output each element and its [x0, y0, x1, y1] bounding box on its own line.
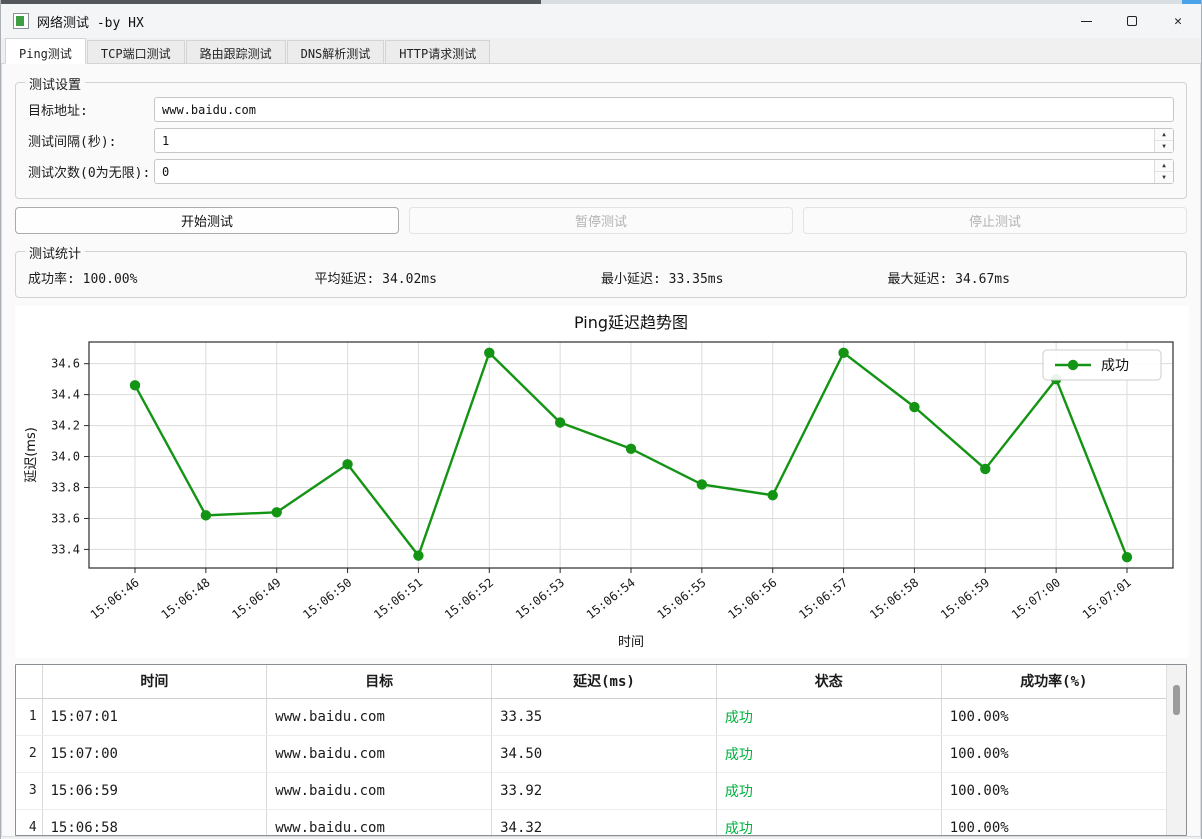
- column-header-3[interactable]: 状态: [716, 665, 942, 699]
- label-test-count: 测试次数(0为无限):: [28, 166, 151, 181]
- tab-0-active[interactable]: Ping测试: [5, 38, 86, 64]
- test-interval-spin-down-icon[interactable]: ▼: [1155, 141, 1173, 152]
- cell-time: 15:06:59: [42, 772, 268, 810]
- stat-item-2: 最小延迟: 33.35ms: [601, 272, 724, 287]
- stats-group: 测试统计 成功率: 100.00% 平均延迟: 34.02ms 最小延迟: 33.3…: [15, 243, 1187, 298]
- cell-latency: 34.32: [491, 809, 717, 835]
- test-count-spinner: ▲ ▼: [1154, 160, 1173, 183]
- svg-text:33.4: 33.4: [51, 542, 80, 556]
- tab-1[interactable]: TCP端口测试: [86, 40, 185, 63]
- minimize-button[interactable]: [1063, 4, 1109, 38]
- results-table-container: 时间 目标 延迟(ms) 状态 成功率(%) 1 15:07:01 www.baidu.co…: [15, 664, 1187, 836]
- field-row-target-address: 目标地址:: [28, 97, 1174, 122]
- test-interval-spin-up-icon[interactable]: ▲: [1155, 129, 1173, 141]
- start-test-button[interactable]: 开始测试: [15, 207, 399, 234]
- cell-rate: 100.00%: [941, 809, 1166, 835]
- tab-3[interactable]: DNS解析测试: [286, 40, 385, 63]
- cell-status: 成功: [716, 698, 942, 736]
- chart-svg: 33.433.633.834.034.234.434.615:06:46 15:0…: [15, 306, 1189, 658]
- column-header-2[interactable]: 延迟(ms): [491, 665, 717, 699]
- svg-text:34.4: 34.4: [51, 388, 80, 402]
- row-number: 1: [16, 698, 43, 736]
- tab-bar: Ping测试 TCP端口测试 路由跟踪测试 DNS解析测试 HTTP请求测试: [1, 38, 1201, 64]
- label-target-address: 目标地址:: [28, 104, 88, 119]
- column-header-4[interactable]: 成功率(%): [941, 665, 1166, 699]
- svg-text:34.2: 34.2: [51, 419, 80, 433]
- label-test-interval: 测试间隔(秒):: [28, 135, 117, 150]
- svg-text:成功: 成功: [1101, 358, 1129, 374]
- scrollbar-thumb[interactable]: [1173, 685, 1180, 715]
- cell-target: www.baidu.com: [266, 735, 493, 773]
- app-icon: [13, 13, 29, 29]
- column-header-1[interactable]: 目标: [266, 665, 493, 699]
- cell-rate: 100.00%: [941, 698, 1166, 736]
- table-row[interactable]: 1 15:07:01 www.baidu.com 33.35 成功 100.00%: [16, 698, 1166, 736]
- field-row-test-interval: 测试间隔(秒): ▲▼: [28, 128, 1174, 153]
- stat-item-3: 最大延迟: 34.67ms: [887, 272, 1010, 287]
- ping-latency-chart: 33.4 33.6 33.8 34.0 34.2 34.4 34.6 15:06:46 15:0…: [15, 306, 1189, 658]
- maximize-button[interactable]: [1109, 4, 1155, 38]
- row-number-header: [16, 665, 43, 699]
- cell-rate: 100.00%: [941, 772, 1166, 810]
- cell-latency: 33.92: [491, 772, 717, 810]
- test-count-input[interactable]: [154, 159, 1174, 184]
- table-vertical-scrollbar[interactable]: [1166, 665, 1186, 835]
- window-title: 网络测试 -by HX: [37, 15, 144, 31]
- svg-text:33.6: 33.6: [51, 511, 80, 525]
- test-control-buttons: 开始测试 暂停测试 停止测试: [15, 207, 1187, 234]
- close-icon: ✕: [1174, 13, 1182, 29]
- test-interval-spinner: ▲ ▼: [1154, 129, 1173, 152]
- settings-group: 测试设置 目标地址:测试间隔(秒):▲▼测试次数(0为无限):▲▼: [15, 74, 1187, 199]
- app-window: 网络测试 -by HX ✕ Ping测试 TCP端口测试 路由跟踪测试 DNS解析测试…: [0, 0, 1202, 839]
- maximize-icon: [1127, 16, 1137, 26]
- table-row[interactable]: 3 15:06:59 www.baidu.com 33.92 成功 100.00%: [16, 772, 1166, 810]
- settings-group-title: 测试设置: [25, 74, 86, 93]
- column-header-0[interactable]: 时间: [42, 665, 268, 699]
- svg-text:时间: 时间: [618, 635, 644, 650]
- svg-text:34.6: 34.6: [51, 357, 80, 371]
- cell-target: www.baidu.com: [266, 772, 493, 810]
- svg-text:33.8: 33.8: [51, 481, 80, 495]
- tab-4[interactable]: HTTP请求测试: [385, 40, 491, 63]
- svg-text:延迟(ms): 延迟(ms): [24, 427, 39, 483]
- cell-target: www.baidu.com: [266, 698, 493, 736]
- stats-group-title: 测试统计: [25, 243, 86, 262]
- title-bar[interactable]: 网络测试 -by HX ✕: [1, 4, 1201, 38]
- cell-status: 成功: [716, 809, 942, 835]
- table-row[interactable]: 4 15:06:58 www.baidu.com 34.32 成功 100.00%: [16, 809, 1166, 835]
- tab-page-ping: 测试设置 目标地址:测试间隔(秒):▲▼测试次数(0为无限):▲▼ 开始测试暂停…: [1, 64, 1201, 836]
- test-count-spin-up-icon[interactable]: ▲: [1155, 160, 1173, 172]
- row-number: 4: [16, 809, 43, 835]
- field-row-test-count: 测试次数(0为无限): ▲▼: [28, 159, 1174, 184]
- cell-target: www.baidu.com: [266, 809, 493, 835]
- close-button[interactable]: ✕: [1155, 4, 1201, 38]
- cell-latency: 33.35: [491, 698, 717, 736]
- table-row[interactable]: 2 15:07:00 www.baidu.com 34.50 成功 100.00%: [16, 735, 1166, 773]
- tab-2[interactable]: 路由跟踪测试: [185, 40, 286, 63]
- stat-item-1: 平均延迟: 34.02ms: [314, 272, 437, 287]
- cell-latency: 34.50: [491, 735, 717, 773]
- pause-test-button[interactable]: 暂停测试: [409, 207, 793, 234]
- test-count-spin-down-icon[interactable]: ▼: [1155, 172, 1173, 183]
- cell-status: 成功: [716, 772, 942, 810]
- cell-rate: 100.00%: [941, 735, 1166, 773]
- cell-time: 15:07:01: [42, 698, 268, 736]
- cell-status: 成功: [716, 735, 942, 773]
- test-interval-input[interactable]: [154, 128, 1174, 153]
- results-table: 时间 目标 延迟(ms) 状态 成功率(%) 1 15:07:01 www.baidu.co…: [16, 665, 1166, 835]
- svg-text:Ping延迟趋势图: Ping延迟趋势图: [574, 313, 688, 332]
- target-address-input[interactable]: [154, 97, 1174, 122]
- cell-time: 15:07:00: [42, 735, 268, 773]
- cell-time: 15:06:58: [42, 809, 268, 835]
- minimize-icon: [1080, 20, 1092, 22]
- stop-test-button[interactable]: 停止测试: [803, 207, 1187, 234]
- row-number: 3: [16, 772, 43, 810]
- svg-text:34.0: 34.0: [51, 450, 80, 464]
- stat-item-0: 成功率: 100.00%: [28, 272, 138, 287]
- row-number: 2: [16, 735, 43, 773]
